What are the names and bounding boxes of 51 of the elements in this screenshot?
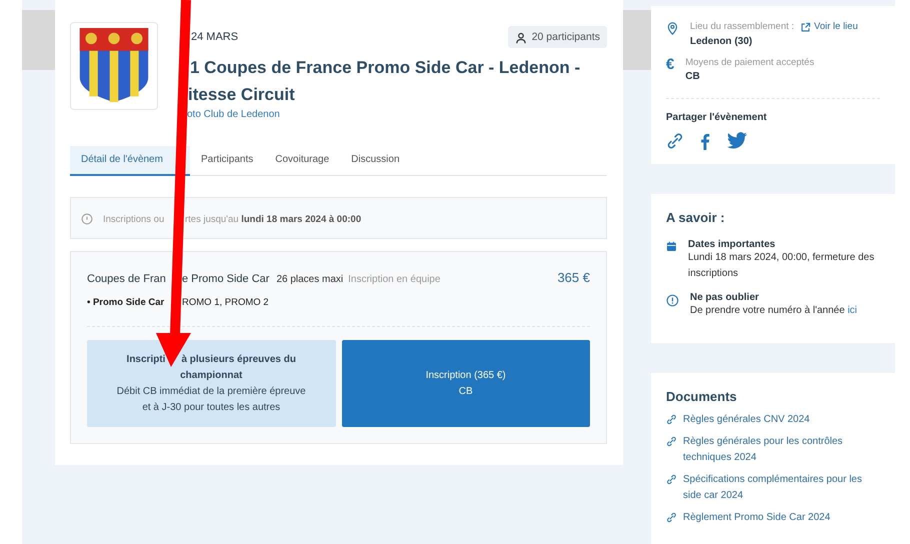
- place-value: Ledenon (30): [690, 36, 754, 47]
- item-title: Dates importantes: [688, 239, 776, 250]
- document-link[interactable]: Spécifications complémentaires pour les side car 2024: [683, 472, 880, 504]
- document-link[interactable]: Règles générales pour les contrôles techniques 2024: [683, 434, 880, 466]
- view-place-link[interactable]: Voir le lieu: [800, 20, 858, 33]
- info-icon: [81, 213, 93, 225]
- external-link-icon: [800, 22, 812, 33]
- section-heading: Documents: [666, 389, 738, 404]
- payment-value: CB: [685, 71, 701, 82]
- here-link[interactable]: ici: [848, 305, 858, 316]
- person-icon: [514, 32, 527, 44]
- calendar-icon: [666, 241, 677, 252]
- document-link[interactable]: Règles générales CNV 2024: [683, 412, 810, 428]
- event-title: 1 Coupes de France Promo Side Car - Ledenon -: [190, 57, 580, 79]
- organizer-link[interactable]: oto Club de Ledenon: [187, 109, 280, 120]
- offer-title: e Promo Side Car: [182, 273, 270, 285]
- event-date: 24 MARS: [191, 31, 238, 43]
- offer-price: 365 €: [557, 270, 590, 285]
- category-item: ROMO 1, PROMO 2: [182, 297, 269, 308]
- link-icon: [666, 132, 684, 150]
- alert-icon: [666, 294, 679, 307]
- item-text: De prendre votre numéro à l'année ici: [690, 304, 858, 318]
- link-icon: [666, 512, 677, 523]
- payment-label: Moyens de paiement acceptés: [685, 57, 816, 68]
- places-count: 26 places maxi: [276, 274, 344, 285]
- item-title: Ne pas oublier: [690, 292, 760, 303]
- tab[interactable]: Covoiturage: [264, 146, 340, 176]
- section-heading: A savoir :: [666, 210, 726, 225]
- participants-badge: 20 participants: [508, 26, 607, 48]
- link-icon: [666, 436, 677, 447]
- offer-title: Coupes de Fran: [87, 273, 166, 285]
- tab[interactable]: Détail de l'évènem: [70, 146, 190, 176]
- event-title: itesse Circuit: [188, 84, 295, 106]
- facebook-icon: [700, 132, 710, 150]
- registration-type: Inscription en équipe: [348, 274, 442, 285]
- link-icon: [666, 414, 677, 425]
- link-icon: [666, 474, 677, 485]
- bird-icon: [726, 132, 748, 150]
- euro-icon: €: [666, 57, 674, 72]
- document-link[interactable]: Règlement Promo Side Car 2024: [683, 510, 830, 526]
- registration-button[interactable]: Inscription (365 €) CB: [342, 340, 590, 427]
- item-text: Lundi 18 mars 2024, 00:00, fermeture des inscriptions: [688, 251, 876, 281]
- share-heading: Partager l'évènement: [666, 112, 768, 123]
- place-label: Lieu du rassemblement :: [690, 21, 794, 32]
- registration-button[interactable]: Inscripti à plusieurs épreuves du championnat Débit CB immédiat de la première épreuve et à J-30 pour toutes les autres: [87, 340, 336, 427]
- deadline-notice: rtes jusqu'au lundi 18 mars 2024 à 00:00: [185, 214, 362, 225]
- location-pin-icon: [666, 22, 679, 35]
- deadline-notice: Inscriptions ou: [103, 214, 164, 225]
- category-item: • Promo Side Car: [87, 297, 164, 308]
- tab[interactable]: Discussion: [340, 146, 411, 176]
- tab[interactable]: Participants: [190, 146, 264, 176]
